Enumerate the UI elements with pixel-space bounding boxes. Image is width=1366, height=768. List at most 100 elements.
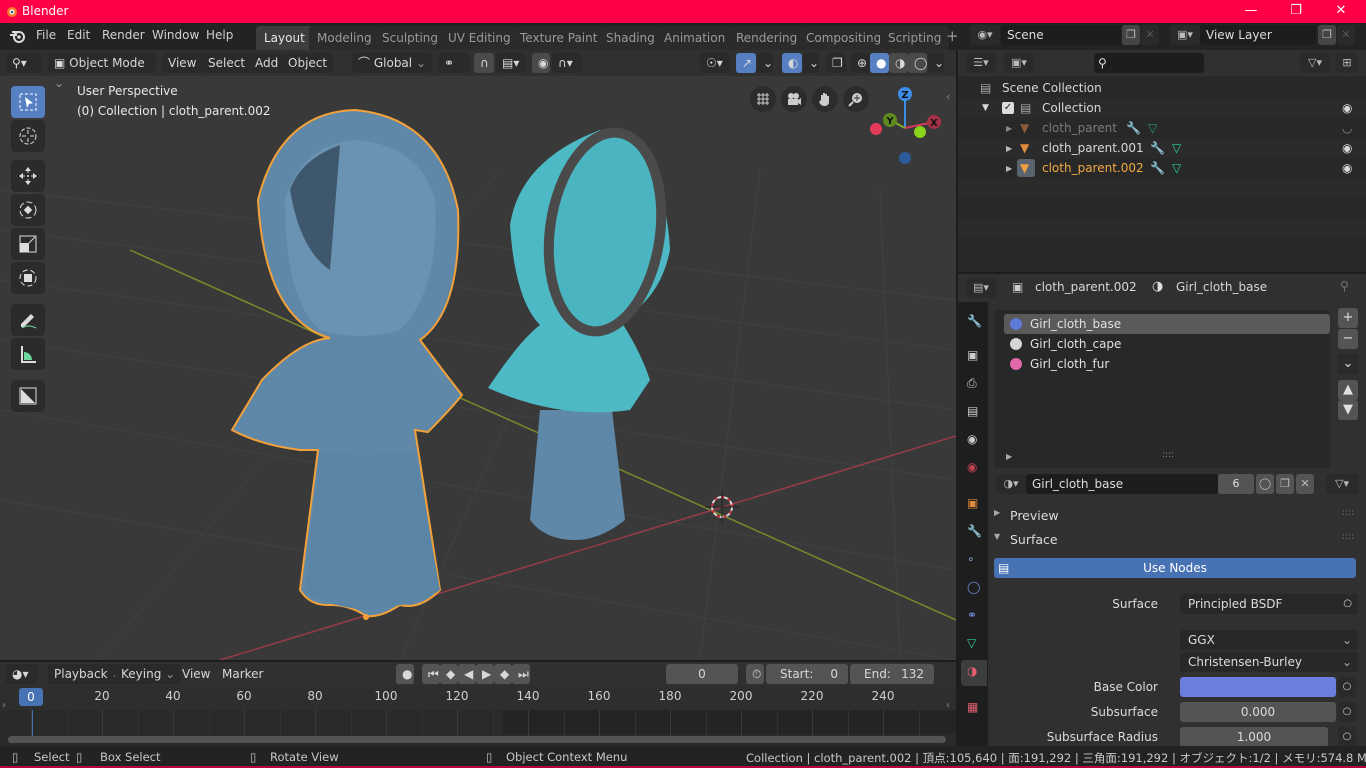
preview-range-toggle[interactable]: ⏱ xyxy=(746,664,764,684)
unlink-material-button[interactable]: ✕ xyxy=(1296,474,1314,494)
subsurface-radius-field[interactable]: 1.000 xyxy=(1180,727,1328,747)
base-color-swatch[interactable] xyxy=(1180,677,1336,697)
move-slot-down-button[interactable]: ▼ xyxy=(1338,400,1358,420)
use-nodes-button[interactable]: ▤ Use Nodes xyxy=(994,558,1356,578)
surface-shader-field[interactable]: Principled BSDF ○ xyxy=(1180,594,1358,614)
gizmo-neg-x[interactable] xyxy=(870,123,882,135)
mesh-data-icon[interactable]: ▽ xyxy=(1172,161,1181,175)
timeline-view-menu[interactable]: View xyxy=(176,664,216,684)
slot-specials-button[interactable]: ⌄ xyxy=(1338,354,1358,374)
wrench-icon[interactable]: 🔧 xyxy=(1126,121,1141,135)
snap-target-button[interactable]: ▤▾ xyxy=(496,53,526,73)
menu-render[interactable]: Render xyxy=(102,28,145,42)
blender-menu-icon[interactable] xyxy=(9,28,27,44)
subsurface-socket-button[interactable]: ○ xyxy=(1338,702,1356,722)
expand-arrow-icon[interactable]: ▼ xyxy=(982,103,989,113)
navigation-gizmo[interactable]: Z X Y xyxy=(866,84,946,166)
material-slot-item[interactable]: Girl_cloth_cape xyxy=(1004,334,1330,354)
mode-dropdown[interactable]: ▣ Object Mode ⌄ xyxy=(48,53,156,90)
mesh-data-icon[interactable]: ▽ xyxy=(1148,121,1157,135)
outliner-row-scene-collection[interactable]: ▤ Scene Collection xyxy=(958,78,1366,98)
jump-end-button[interactable]: ⏭ xyxy=(512,664,530,684)
outliner-editor-type-button[interactable]: ☰▾ xyxy=(966,53,996,73)
view-layer-browse-button[interactable]: ▣▾ xyxy=(1170,25,1200,45)
tab-texture[interactable]: ▦ xyxy=(961,696,987,722)
expand-arrow-icon[interactable]: ▶ xyxy=(1006,144,1012,153)
tool-transform[interactable] xyxy=(11,262,45,294)
collection-checkbox[interactable]: ✓ xyxy=(1002,102,1014,114)
sidebar-toggle-arrow[interactable]: ‹ xyxy=(946,700,950,711)
subsurface-radius-socket-button[interactable]: ○ xyxy=(1338,727,1356,747)
current-frame-field[interactable]: 0 xyxy=(666,664,738,684)
scene-name-field[interactable]: Scene xyxy=(1001,25,1121,45)
expand-arrow-icon[interactable]: ▶ xyxy=(1006,164,1012,173)
cloth-parent-001-mesh[interactable] xyxy=(488,125,673,540)
eye-closed-icon[interactable]: ◡ xyxy=(1342,121,1352,135)
tab-layout[interactable]: Layout xyxy=(256,26,313,50)
shading-wireframe[interactable]: ⊕ xyxy=(851,53,870,73)
properties-editor-type-button[interactable]: ▤▾ xyxy=(966,278,996,298)
view-layer-remove-button[interactable]: ✕ xyxy=(1337,25,1355,45)
outliner-row-object-active[interactable]: ▶ ▼ cloth_parent.002 🔧 ▽ ◉ xyxy=(958,158,1366,178)
shading-solid[interactable]: ● xyxy=(870,53,889,73)
eye-icon[interactable]: ◉ xyxy=(1342,161,1352,175)
expand-channels-arrow[interactable]: › xyxy=(2,700,6,711)
gizmo-dropdown[interactable]: ⌄ xyxy=(757,53,773,73)
marker-menu[interactable]: Marker xyxy=(216,664,269,684)
close-button[interactable]: ✕ xyxy=(1328,2,1354,20)
visibility-selectability-button[interactable]: ☉▾ xyxy=(700,53,730,73)
tab-rendering[interactable]: Rendering xyxy=(728,26,806,50)
sidebar-toggle-arrow[interactable]: ‹ xyxy=(946,90,950,103)
pan-view-button[interactable] xyxy=(812,86,838,112)
cloth-parent-002-mesh[interactable] xyxy=(230,108,464,620)
tool-scale[interactable] xyxy=(11,228,45,260)
scene-browse-button[interactable]: ◉▾ xyxy=(970,25,1000,45)
tab-physics[interactable]: ◯ xyxy=(961,576,987,602)
mesh-data-icon[interactable]: ▽ xyxy=(1172,141,1181,155)
start-frame-field[interactable]: Start: 0 xyxy=(766,664,848,684)
view-layer-name-field[interactable]: View Layer xyxy=(1200,25,1316,45)
filter-button[interactable]: ▽▾ xyxy=(1300,53,1330,73)
eye-icon[interactable]: ◉ xyxy=(1342,101,1352,115)
timeline-editor-type-button[interactable]: ◕▾ xyxy=(6,664,38,684)
next-keyframe-button[interactable]: ◆ xyxy=(494,664,512,684)
scene-remove-button[interactable]: ✕ xyxy=(1141,25,1159,45)
preview-panel-header[interactable]: ▶ Preview :::: xyxy=(988,506,1366,528)
new-material-button[interactable]: ❐ xyxy=(1276,474,1294,494)
tab-shading[interactable]: Shading xyxy=(598,26,663,50)
3d-cursor[interactable] xyxy=(705,490,739,524)
tab-output[interactable]: ⎙ xyxy=(961,372,987,398)
tool-select-box[interactable] xyxy=(11,86,45,118)
material-slot-item[interactable]: Girl_cloth_base xyxy=(1004,314,1330,334)
end-frame-field[interactable]: End: 132 xyxy=(850,664,934,684)
remove-material-slot-button[interactable]: − xyxy=(1338,329,1358,349)
play-reverse-button[interactable]: ◀ xyxy=(458,664,476,684)
editor-type-button[interactable]: ⚲▾ xyxy=(6,53,42,73)
eye-icon[interactable]: ◉ xyxy=(1342,141,1352,155)
outliner-row-collection[interactable]: ▼ ✓ ▤ Collection ◉ xyxy=(958,98,1366,118)
minimize-button[interactable]: — xyxy=(1238,2,1264,20)
menu-object[interactable]: Object xyxy=(282,53,334,73)
tool-measure[interactable] xyxy=(11,338,45,370)
snap-toggle[interactable]: ∩ xyxy=(474,53,494,73)
overlay-toggle[interactable]: ◐ xyxy=(782,53,802,73)
overlay-dropdown[interactable]: ⌄ xyxy=(803,53,819,73)
tab-render[interactable]: ▣ xyxy=(961,344,987,370)
menu-view[interactable]: View xyxy=(162,53,203,73)
outliner-row-object[interactable]: ▶ ▼ cloth_parent 🔧 ▽ ◡ xyxy=(958,118,1366,138)
proportional-falloff-button[interactable]: ∩▾ xyxy=(552,53,582,73)
jump-start-button[interactable]: ⏮ xyxy=(422,664,440,684)
tab-particles[interactable]: ∘ xyxy=(961,548,987,574)
toggle-grid-view-button[interactable] xyxy=(750,86,776,112)
list-filter-toggle[interactable]: ▶ xyxy=(1006,452,1012,461)
xray-toggle[interactable]: ❐ xyxy=(826,53,846,73)
tab-modifiers[interactable]: 🔧 xyxy=(961,520,987,546)
add-material-slot-button[interactable]: + xyxy=(1338,308,1358,328)
scene-new-button[interactable]: ❐ xyxy=(1122,25,1140,45)
menu-edit[interactable]: Edit xyxy=(67,28,90,42)
tab-compositing[interactable]: Compositing xyxy=(798,26,890,50)
tab-texture-paint[interactable]: Texture Paint xyxy=(512,26,606,50)
play-button[interactable]: ▶ xyxy=(476,664,494,684)
surface-panel-header[interactable]: ▼ Surface :::: xyxy=(988,530,1366,552)
tool-add-cube[interactable] xyxy=(11,380,45,412)
